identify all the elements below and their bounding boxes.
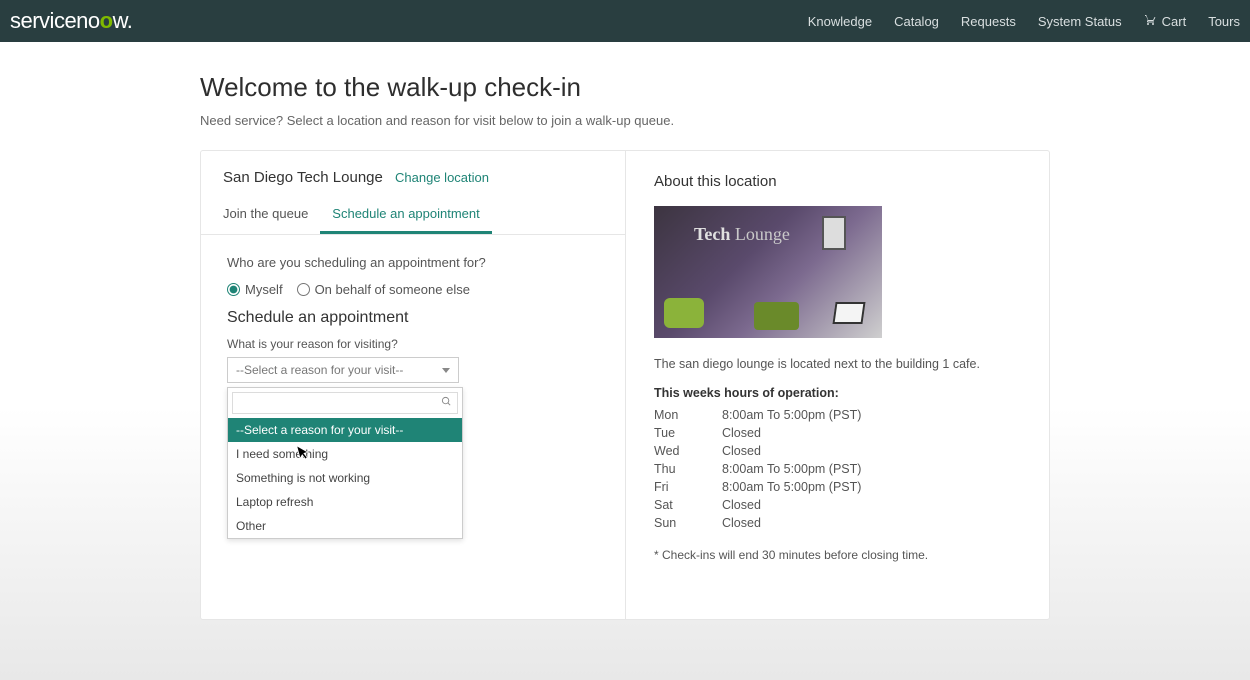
option-need-something[interactable]: I need something: [228, 442, 462, 466]
dropdown-search-input[interactable]: [232, 392, 458, 414]
photo-sign: Tech Lounge: [694, 224, 790, 245]
nav-tours[interactable]: Tours: [1208, 14, 1240, 29]
who-radio-group: Myself On behalf of someone else: [227, 282, 599, 297]
nav-cart-label: Cart: [1162, 14, 1187, 29]
tab-schedule-appointment[interactable]: Schedule an appointment: [320, 196, 491, 234]
hours-title: This weeks hours of operation:: [654, 386, 1021, 400]
tabs: Join the queue Schedule an appointment: [201, 196, 625, 235]
hours-row-mon: Mon8:00am To 5:00pm (PST): [654, 408, 1021, 422]
hours-row-sun: SunClosed: [654, 516, 1021, 530]
nav-knowledge[interactable]: Knowledge: [808, 14, 872, 29]
radio-onbehalf-label[interactable]: On behalf of someone else: [297, 282, 470, 297]
reason-label: What is your reason for visiting?: [227, 337, 599, 351]
option-not-working[interactable]: Something is not working: [228, 466, 462, 490]
schedule-section-title: Schedule an appointment: [227, 309, 599, 327]
hours-time: Closed: [722, 516, 761, 530]
hours-time: Closed: [722, 444, 761, 458]
radio-myself-text: Myself: [245, 282, 283, 297]
nav-cart[interactable]: Cart: [1144, 14, 1187, 29]
option-other[interactable]: Other: [228, 514, 462, 538]
content: Welcome to the walk-up check-in Need ser…: [100, 42, 1150, 620]
form-area: Who are you scheduling an appointment fo…: [201, 235, 625, 559]
hours-day: Thu: [654, 462, 722, 476]
photo-tv: [822, 216, 846, 250]
hours-day: Sun: [654, 516, 722, 530]
cart-icon: [1144, 14, 1157, 29]
photo-chair-1: [664, 298, 704, 328]
radio-onbehalf-text: On behalf of someone else: [315, 282, 470, 297]
search-icon: [441, 396, 452, 410]
radio-myself[interactable]: [227, 283, 240, 296]
hours-footnote: * Check-ins will end 30 minutes before c…: [654, 548, 1021, 562]
brand-logo[interactable]: servicenoow.: [10, 8, 132, 34]
photo-sign-b: Lounge: [730, 224, 789, 244]
top-nav: Knowledge Catalog Requests System Status…: [808, 14, 1240, 29]
photo-sign-a: Tech: [694, 224, 730, 244]
photo-chair-2: [754, 302, 799, 330]
reason-dropdown: --Select a reason for your visit-- I nee…: [227, 387, 463, 539]
panel-right: About this location Tech Lounge The san …: [626, 151, 1049, 619]
hours-time: 8:00am To 5:00pm (PST): [722, 480, 861, 494]
hours-row-thu: Thu8:00am To 5:00pm (PST): [654, 462, 1021, 476]
panel-left: San Diego Tech Lounge Change location Jo…: [201, 151, 626, 619]
who-label: Who are you scheduling an appointment fo…: [227, 255, 599, 270]
brand-text-o: o: [100, 8, 113, 34]
location-description: The san diego lounge is located next to …: [654, 356, 1021, 374]
location-photo: Tech Lounge: [654, 206, 882, 338]
nav-requests[interactable]: Requests: [961, 14, 1016, 29]
tab-join-queue[interactable]: Join the queue: [211, 196, 320, 234]
hours-time: 8:00am To 5:00pm (PST): [722, 462, 861, 476]
hours-row-wed: WedClosed: [654, 444, 1021, 458]
hours-day: Mon: [654, 408, 722, 422]
option-laptop-refresh[interactable]: Laptop refresh: [228, 490, 462, 514]
hours-day: Sat: [654, 498, 722, 512]
hours-time: Closed: [722, 426, 761, 440]
dropdown-search-wrap: [228, 388, 462, 418]
hours-day: Wed: [654, 444, 722, 458]
top-bar: servicenoow. Knowledge Catalog Requests …: [0, 0, 1250, 42]
option-need-something-label: I need something: [236, 447, 328, 461]
photo-monitor: [832, 302, 865, 324]
hours-day: Tue: [654, 426, 722, 440]
hours-row-sat: SatClosed: [654, 498, 1021, 512]
hours-day: Fri: [654, 480, 722, 494]
location-bar: San Diego Tech Lounge Change location: [201, 151, 625, 196]
hours-table: Mon8:00am To 5:00pm (PST) TueClosed WedC…: [654, 408, 1021, 530]
main-panel: San Diego Tech Lounge Change location Jo…: [200, 150, 1050, 620]
brand-text-a: serviceno: [10, 8, 100, 34]
hours-row-fri: Fri8:00am To 5:00pm (PST): [654, 480, 1021, 494]
radio-myself-label[interactable]: Myself: [227, 282, 283, 297]
reason-select[interactable]: --Select a reason for your visit--: [227, 357, 459, 383]
hours-time: 8:00am To 5:00pm (PST): [722, 408, 861, 422]
radio-onbehalf[interactable]: [297, 283, 310, 296]
page-title: Welcome to the walk-up check-in: [200, 72, 1150, 103]
nav-catalog[interactable]: Catalog: [894, 14, 939, 29]
about-title: About this location: [654, 173, 1021, 190]
dropdown-options: --Select a reason for your visit-- I nee…: [228, 418, 462, 538]
change-location-link[interactable]: Change location: [395, 170, 489, 185]
page-subtitle: Need service? Select a location and reas…: [200, 113, 1150, 128]
option-placeholder[interactable]: --Select a reason for your visit--: [228, 418, 462, 442]
hours-time: Closed: [722, 498, 761, 512]
brand-text-b: w.: [113, 8, 133, 34]
nav-system-status[interactable]: System Status: [1038, 14, 1122, 29]
hours-row-tue: TueClosed: [654, 426, 1021, 440]
location-name: San Diego Tech Lounge: [223, 169, 383, 186]
